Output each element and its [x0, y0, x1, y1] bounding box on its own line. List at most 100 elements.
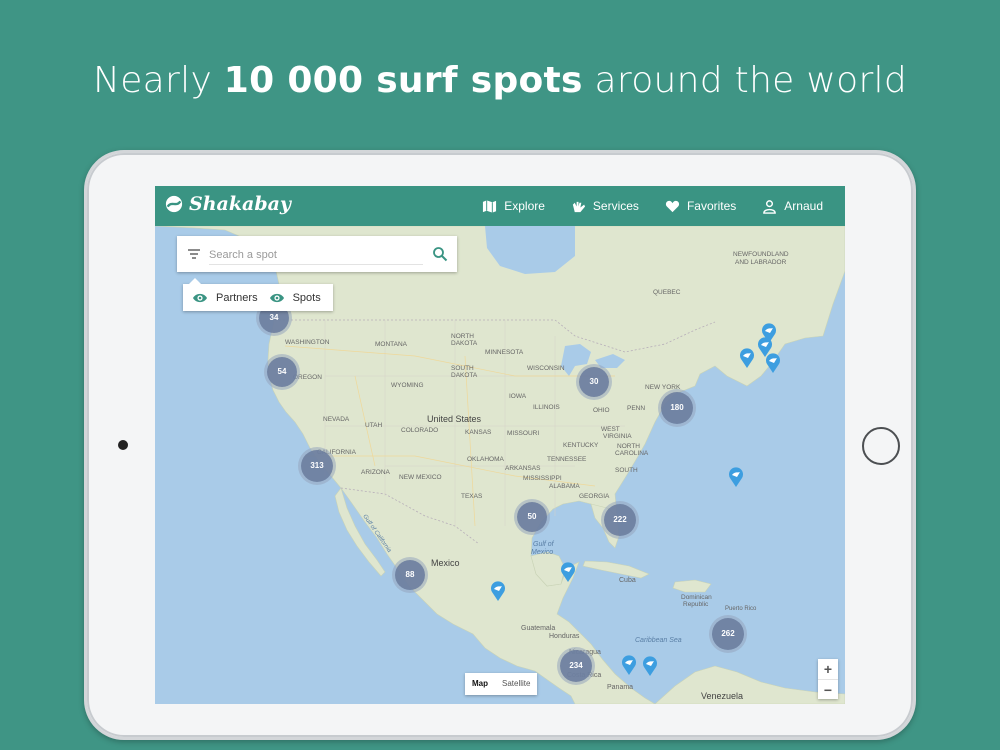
label-iowa: IOWA — [509, 393, 527, 400]
label-alabama: ALABAMA — [549, 483, 580, 490]
spot-cluster[interactable]: 313 — [301, 450, 333, 482]
label-oregon: OREGON — [293, 374, 322, 381]
label-carolina: CAROLINA — [615, 450, 649, 457]
label-north-dakota-2: DAKOTA — [451, 340, 478, 347]
search-input[interactable] — [209, 245, 423, 265]
spot-cluster[interactable]: 50 — [517, 502, 547, 532]
label-washington: WASHINGTON — [285, 339, 330, 346]
label-texas: TEXAS — [461, 493, 483, 500]
label-wyoming: WYOMING — [391, 382, 424, 389]
filter-icon[interactable] — [187, 247, 201, 261]
spot-cluster[interactable]: 88 — [395, 560, 425, 590]
label-gulf-mexico: Gulf of — [533, 541, 555, 548]
map-type-satellite[interactable]: Satellite — [495, 673, 537, 695]
label-penn: PENN — [627, 405, 645, 412]
search-bar — [177, 236, 457, 272]
spot-cluster[interactable]: 30 — [579, 367, 609, 397]
toggle-spots[interactable]: Spots — [269, 292, 321, 304]
app-header: Shakabay Explore Services Favorites Arna… — [155, 186, 845, 226]
label-utah: UTAH — [365, 422, 383, 429]
toggle-partners[interactable]: Partners — [192, 292, 258, 304]
surf-spot-pin-icon[interactable] — [621, 654, 637, 676]
map-type-map[interactable]: Map — [465, 673, 495, 695]
surf-spot-pin-icon[interactable] — [728, 466, 744, 488]
label-nevada: NEVADA — [323, 416, 350, 423]
label-gulf-mexico-2: Mexico — [531, 549, 553, 556]
label-colorado: COLORADO — [401, 427, 438, 434]
nav-explore-label: Explore — [504, 199, 545, 213]
nav-services-label: Services — [592, 199, 639, 213]
surf-hand-icon — [572, 201, 585, 212]
headline: Nearly 10 000 surf spots around the worl… — [93, 60, 907, 101]
label-panama: Panama — [607, 684, 633, 691]
label-montana: MONTANA — [375, 341, 408, 348]
label-mississippi: MISSISSIPPI — [523, 475, 562, 482]
label-kansas: KANSAS — [465, 429, 492, 436]
surf-spot-pin-icon[interactable] — [765, 352, 781, 374]
label-new-mexico: NEW MEXICO — [399, 474, 442, 481]
label-north-dakota: NORTH — [451, 333, 474, 340]
zoom-out-button[interactable]: − — [818, 679, 838, 699]
label-south-carolina: SOUTH — [615, 467, 638, 474]
spot-cluster[interactable]: 222 — [604, 504, 636, 536]
spot-cluster[interactable]: 234 — [560, 650, 592, 682]
zoom-control: + − — [818, 659, 838, 699]
label-dominican: Dominican — [681, 594, 712, 601]
main-nav: Explore Services Favorites Arnaud — [482, 186, 823, 226]
surf-spot-pin-icon[interactable] — [642, 655, 658, 677]
label-tennessee: TENNESSEE — [547, 456, 587, 463]
nav-account[interactable]: Arnaud — [762, 199, 823, 214]
zoom-in-button[interactable]: + — [818, 659, 838, 679]
brand-name: Shakabay — [189, 193, 291, 215]
label-west: WEST — [601, 426, 620, 433]
label-republic: Republic — [683, 601, 709, 608]
home-button[interactable] — [862, 427, 900, 465]
eye-icon — [193, 293, 207, 302]
camera-icon — [118, 440, 128, 450]
label-honduras: Honduras — [549, 633, 580, 640]
label-united-states: United States — [427, 414, 482, 424]
label-labrador: AND LABRADOR — [735, 259, 787, 266]
label-kentucky: KENTUCKY — [563, 442, 599, 449]
toggle-spots-label: Spots — [292, 291, 321, 304]
label-missouri: MISSOURI — [507, 430, 539, 437]
label-oklahoma: OKLAHOMA — [467, 456, 505, 463]
surf-spot-pin-icon[interactable] — [490, 580, 506, 602]
label-arizona: ARIZONA — [361, 469, 391, 476]
label-arkansas: ARKANSAS — [505, 465, 541, 472]
eye-icon — [269, 293, 284, 302]
surf-spot-pin-icon[interactable] — [739, 347, 755, 369]
label-wisconsin: WISCONSIN — [527, 365, 565, 372]
map-icon — [483, 199, 497, 213]
nav-favorites[interactable]: Favorites — [665, 199, 736, 214]
surf-spot-pin-icon[interactable] — [560, 561, 576, 583]
spot-cluster[interactable]: 54 — [267, 357, 297, 387]
label-ohio: OHIO — [593, 407, 610, 414]
brand[interactable]: Shakabay — [165, 193, 291, 215]
search-icon[interactable] — [432, 246, 448, 262]
label-quebec: QUEBEC — [653, 289, 681, 296]
map-type-switch: Map Satellite — [465, 673, 538, 695]
label-cuba: Cuba — [619, 577, 636, 584]
label-mexico: Mexico — [431, 558, 460, 568]
shakabay-logo-icon — [165, 195, 183, 213]
nav-favorites-label: Favorites — [686, 199, 737, 213]
user-icon — [763, 199, 777, 214]
label-south-dakota: SOUTH — [451, 365, 474, 372]
nav-account-label: Arnaud — [784, 199, 823, 213]
label-illinois: ILLINOIS — [533, 404, 560, 411]
spot-cluster[interactable]: 262 — [712, 618, 744, 650]
label-guatemala: Guatemala — [521, 625, 555, 632]
label-venezuela: Venezuela — [701, 691, 743, 701]
spot-cluster[interactable]: 180 — [661, 392, 693, 424]
nav-explore[interactable]: Explore — [482, 199, 545, 214]
label-caribbean: Caribbean Sea — [635, 637, 682, 644]
label-puerto-rico: Puerto Rico — [725, 606, 757, 612]
layer-toggles: Partners Spots — [183, 278, 333, 311]
label-north-carolina: NORTH — [617, 443, 640, 450]
label-georgia: GEORGIA — [579, 493, 610, 500]
heart-icon — [665, 200, 680, 212]
label-virginia: VIRGINIA — [603, 433, 632, 440]
label-new-york: NEW YORK — [645, 384, 681, 391]
nav-services[interactable]: Services — [571, 199, 639, 214]
